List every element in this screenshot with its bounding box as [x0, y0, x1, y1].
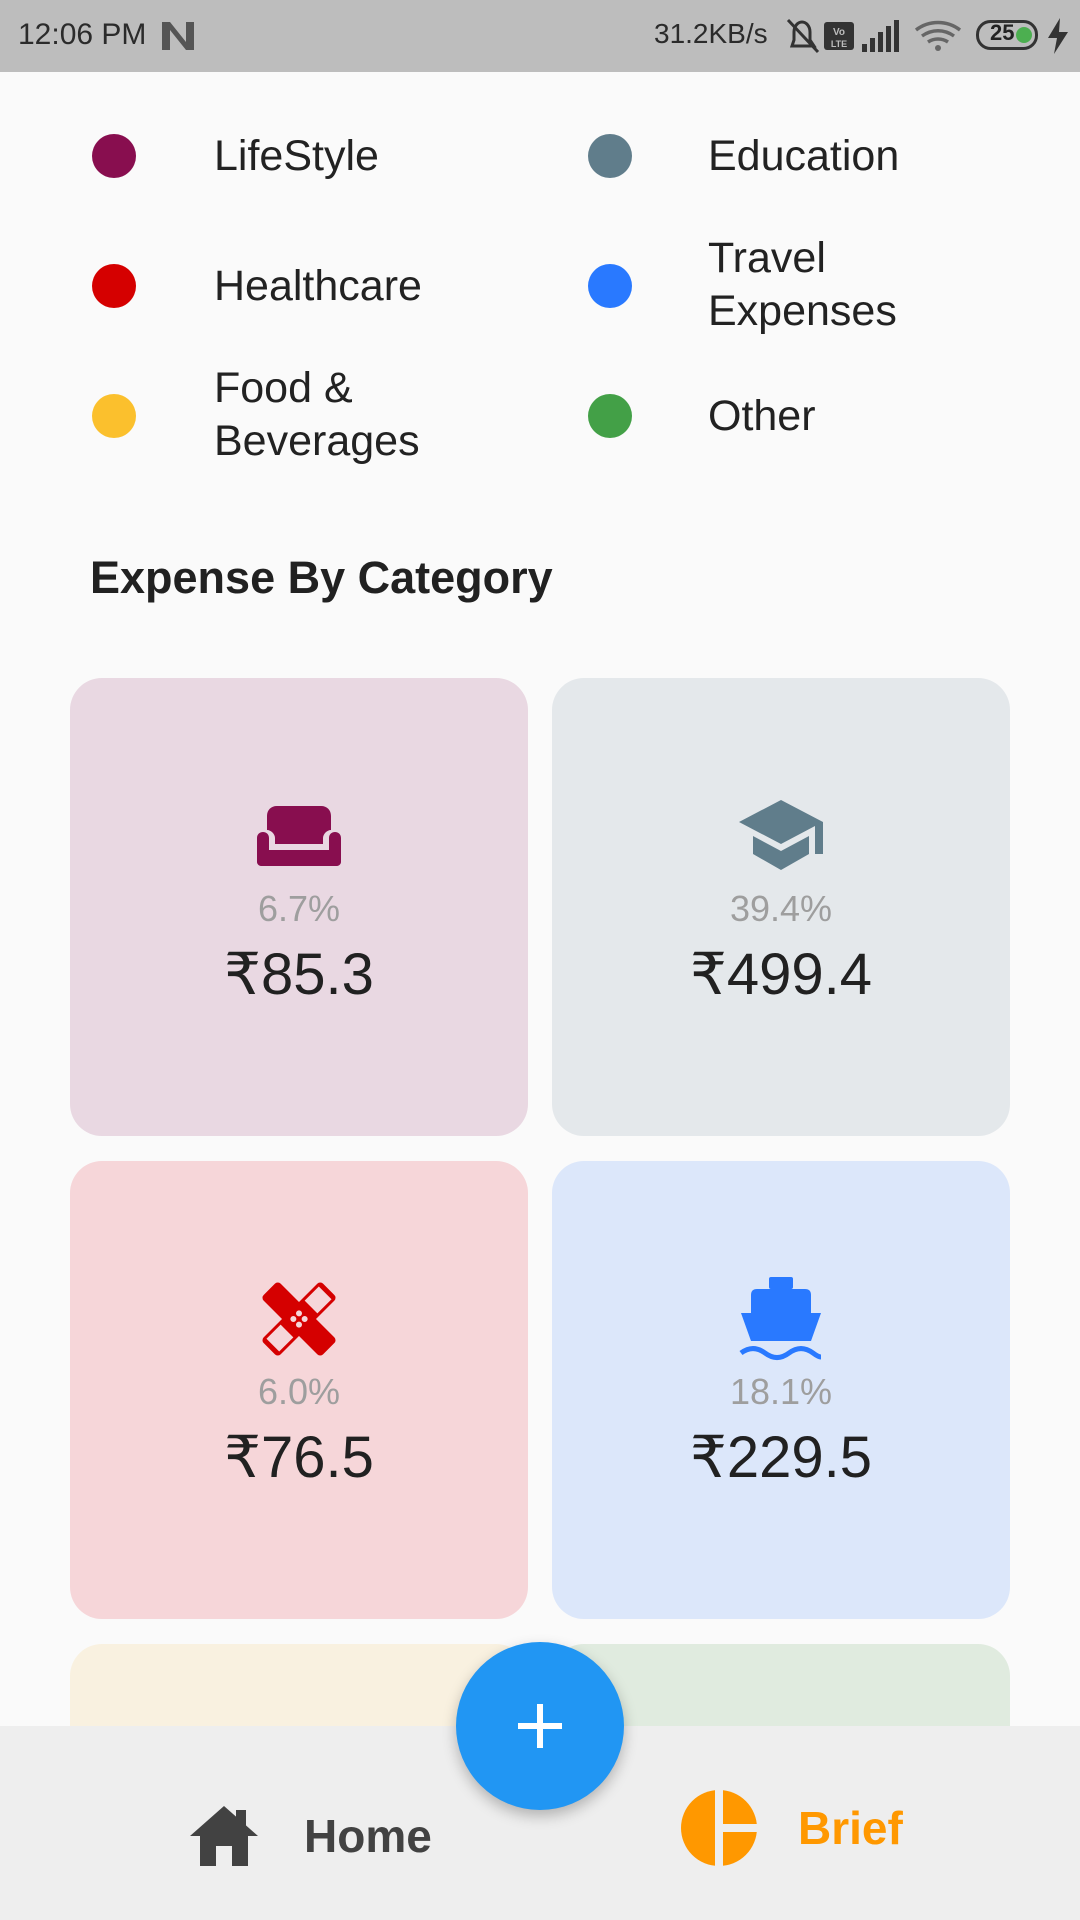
category-percent: 6.0% [257, 1371, 341, 1412]
graduation-cap-icon [739, 800, 823, 870]
category-card-lifestyle[interactable]: 6.7% ₹85.3 [70, 678, 528, 1136]
category-amount: ₹229.5 [689, 1425, 873, 1490]
bandage-icon [262, 1282, 336, 1356]
add-expense-button[interactable] [456, 1642, 624, 1810]
legend-dot [588, 134, 632, 178]
category-amount: ₹499.4 [689, 942, 873, 1007]
status-bar: 12:06 PM 31.2KB/s Vo LTE 25 [0, 0, 1080, 72]
legend-label: LifeStyle [214, 132, 379, 180]
nav-home-label: Home [304, 1810, 432, 1862]
volte-icon: Vo LTE [824, 22, 854, 50]
status-network-speed: 31.2KB/s [654, 18, 768, 49]
legend-dot [92, 134, 136, 178]
n-notification-icon [162, 22, 194, 50]
mute-icon [786, 18, 820, 54]
status-icons: Vo LTE [786, 18, 962, 54]
svg-text:Vo: Vo [833, 27, 845, 38]
home-icon [190, 1806, 258, 1866]
legend-label: Travel Expenses [708, 234, 897, 335]
sofa-icon [257, 806, 341, 866]
nav-brief[interactable]: Brief [680, 1788, 903, 1868]
charging-icon [1048, 18, 1068, 54]
status-time: 12:06 PM [18, 18, 147, 51]
legend-dot [92, 264, 136, 308]
legend-label: Healthcare [214, 262, 422, 310]
category-percent: 6.7% [257, 888, 341, 929]
legend-label: Other [708, 392, 816, 440]
category-percent: 39.4% [729, 888, 833, 929]
legend-label: Education [708, 132, 900, 180]
svg-text:LTE: LTE [831, 39, 847, 49]
category-card-travel[interactable]: 18.1% ₹229.5 [552, 1161, 1010, 1619]
category-card-healthcare[interactable]: 6.0% ₹76.5 [70, 1161, 528, 1619]
category-amount: ₹76.5 [224, 1425, 374, 1490]
category-amount: ₹85.3 [224, 942, 374, 1007]
legend-dot [92, 394, 136, 438]
legend-dot [588, 394, 632, 438]
section-title: Expense By Category [90, 552, 553, 603]
pie-chart-icon [681, 1789, 758, 1867]
plus-icon [518, 1704, 562, 1748]
battery-level: 25 [990, 20, 1015, 45]
legend-dot [588, 264, 632, 308]
nav-brief-label: Brief [798, 1802, 903, 1854]
wifi-icon [914, 20, 962, 51]
category-card-education[interactable]: 39.4% ₹499.4 [552, 678, 1010, 1136]
ship-icon [739, 1277, 822, 1360]
category-percent: 18.1% [729, 1371, 833, 1412]
nav-home[interactable]: Home [188, 1796, 432, 1876]
signal-icon [862, 20, 899, 52]
legend-label: Food & Beverages [214, 364, 420, 465]
